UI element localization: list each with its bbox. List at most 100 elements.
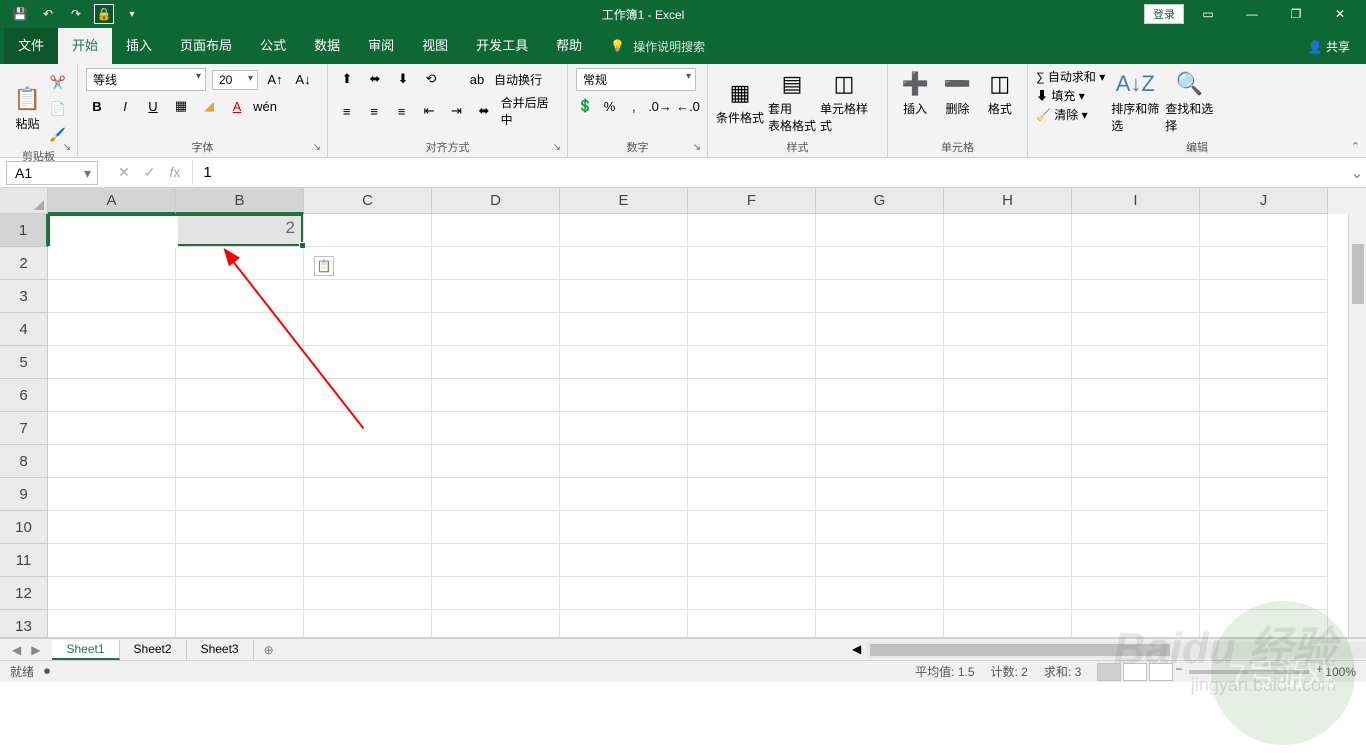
cell-J1[interactable]: [1200, 214, 1328, 247]
cell-F3[interactable]: [688, 280, 816, 313]
cell-I7[interactable]: [1072, 412, 1200, 445]
cell-D13[interactable]: [432, 610, 560, 637]
row-header-13[interactable]: 13: [0, 610, 48, 637]
cell-G10[interactable]: [816, 511, 944, 544]
zoom-level[interactable]: 100%: [1325, 665, 1356, 679]
cell-H13[interactable]: [944, 610, 1072, 637]
cell-B10[interactable]: [176, 511, 304, 544]
find-select-button[interactable]: 🔍查找和选择: [1165, 68, 1213, 134]
cell-H12[interactable]: [944, 577, 1072, 610]
enter-formula-icon[interactable]: ✓: [144, 164, 156, 181]
name-box[interactable]: A1: [6, 161, 98, 185]
cell-E7[interactable]: [560, 412, 688, 445]
cell-D7[interactable]: [432, 412, 560, 445]
conditional-format-button[interactable]: ▦条件格式: [716, 68, 764, 134]
cell-E10[interactable]: [560, 511, 688, 544]
row-header-9[interactable]: 9: [0, 478, 48, 511]
cells-area[interactable]: 12 📋: [48, 214, 1348, 637]
zoom-slider[interactable]: [1189, 670, 1309, 674]
row-header-5[interactable]: 5: [0, 346, 48, 379]
cell-J7[interactable]: [1200, 412, 1328, 445]
expand-formula-bar-icon[interactable]: ⌄: [1348, 163, 1366, 183]
cell-B8[interactable]: [176, 445, 304, 478]
cell-F13[interactable]: [688, 610, 816, 637]
cell-D6[interactable]: [432, 379, 560, 412]
cell-G5[interactable]: [816, 346, 944, 379]
tab-formulas[interactable]: 公式: [246, 28, 300, 64]
cell-D8[interactable]: [432, 445, 560, 478]
tell-me-search[interactable]: 💡 操作说明搜索: [610, 38, 705, 55]
insert-cells-button[interactable]: ➕插入: [896, 68, 934, 117]
delete-cells-button[interactable]: ➖删除: [938, 68, 976, 117]
tab-home[interactable]: 开始: [58, 28, 112, 64]
cell-A3[interactable]: [48, 280, 176, 313]
cell-G9[interactable]: [816, 478, 944, 511]
cell-H9[interactable]: [944, 478, 1072, 511]
cell-A10[interactable]: [48, 511, 176, 544]
cell-C4[interactable]: [304, 313, 432, 346]
cell-A6[interactable]: [48, 379, 176, 412]
fill-color-button[interactable]: ◢: [198, 95, 220, 117]
orientation-icon[interactable]: ⟲: [420, 68, 442, 90]
row-header-6[interactable]: 6: [0, 379, 48, 412]
tab-insert[interactable]: 插入: [112, 28, 166, 64]
grow-font-icon[interactable]: A↑: [264, 69, 286, 91]
cell-J3[interactable]: [1200, 280, 1328, 313]
font-name-select[interactable]: 等线: [86, 68, 206, 91]
align-bottom-icon[interactable]: ⬇: [392, 68, 414, 90]
cell-E6[interactable]: [560, 379, 688, 412]
autosum-button[interactable]: ∑ 自动求和 ▾: [1036, 68, 1105, 85]
cell-F7[interactable]: [688, 412, 816, 445]
cell-D5[interactable]: [432, 346, 560, 379]
cell-D11[interactable]: [432, 544, 560, 577]
cell-F4[interactable]: [688, 313, 816, 346]
fill-button[interactable]: ⬇ 填充 ▾: [1036, 87, 1105, 104]
tab-review[interactable]: 审阅: [354, 28, 408, 64]
cell-J11[interactable]: [1200, 544, 1328, 577]
cell-G11[interactable]: [816, 544, 944, 577]
cell-I12[interactable]: [1072, 577, 1200, 610]
cell-I13[interactable]: [1072, 610, 1200, 637]
cell-E8[interactable]: [560, 445, 688, 478]
wrap-text-icon[interactable]: ab: [466, 68, 488, 90]
sort-filter-button[interactable]: A↓Z排序和筛选: [1111, 68, 1159, 134]
cell-J4[interactable]: [1200, 313, 1328, 346]
cell-D3[interactable]: [432, 280, 560, 313]
cell-F10[interactable]: [688, 511, 816, 544]
increase-decimal-icon[interactable]: .0→: [649, 95, 671, 117]
tab-view[interactable]: 视图: [408, 28, 462, 64]
cell-H2[interactable]: [944, 247, 1072, 280]
col-header-C[interactable]: C: [304, 188, 432, 214]
row-header-11[interactable]: 11: [0, 544, 48, 577]
cell-A13[interactable]: [48, 610, 176, 637]
cell-B6[interactable]: [176, 379, 304, 412]
cell-C1[interactable]: [304, 214, 432, 247]
cell-I5[interactable]: [1072, 346, 1200, 379]
macro-record-icon[interactable]: ⏺: [44, 664, 50, 679]
cell-D4[interactable]: [432, 313, 560, 346]
wrap-text-label[interactable]: 自动换行: [494, 71, 542, 88]
dialog-launcher-icon[interactable]: ↘: [63, 142, 71, 153]
save-icon[interactable]: 💾: [10, 4, 30, 24]
cell-C5[interactable]: [304, 346, 432, 379]
border-button[interactable]: ▦: [170, 95, 192, 117]
align-center-icon[interactable]: ≡: [363, 100, 384, 122]
formula-input[interactable]: 1: [192, 160, 1348, 185]
view-normal-icon[interactable]: [1097, 663, 1121, 681]
cell-E3[interactable]: [560, 280, 688, 313]
fx-icon[interactable]: fx: [169, 164, 180, 181]
cell-C11[interactable]: [304, 544, 432, 577]
cell-F12[interactable]: [688, 577, 816, 610]
cell-F6[interactable]: [688, 379, 816, 412]
cell-I11[interactable]: [1072, 544, 1200, 577]
align-left-icon[interactable]: ≡: [336, 100, 357, 122]
sheet-nav-prev-icon[interactable]: ◀: [12, 643, 21, 657]
cell-B9[interactable]: [176, 478, 304, 511]
underline-button[interactable]: U: [142, 95, 164, 117]
cell-J2[interactable]: [1200, 247, 1328, 280]
shrink-font-icon[interactable]: A↓: [292, 69, 314, 91]
row-header-3[interactable]: 3: [0, 280, 48, 313]
cell-H7[interactable]: [944, 412, 1072, 445]
sheet-tab-sheet1[interactable]: Sheet1: [52, 640, 119, 660]
decrease-indent-icon[interactable]: ⇤: [418, 100, 439, 122]
